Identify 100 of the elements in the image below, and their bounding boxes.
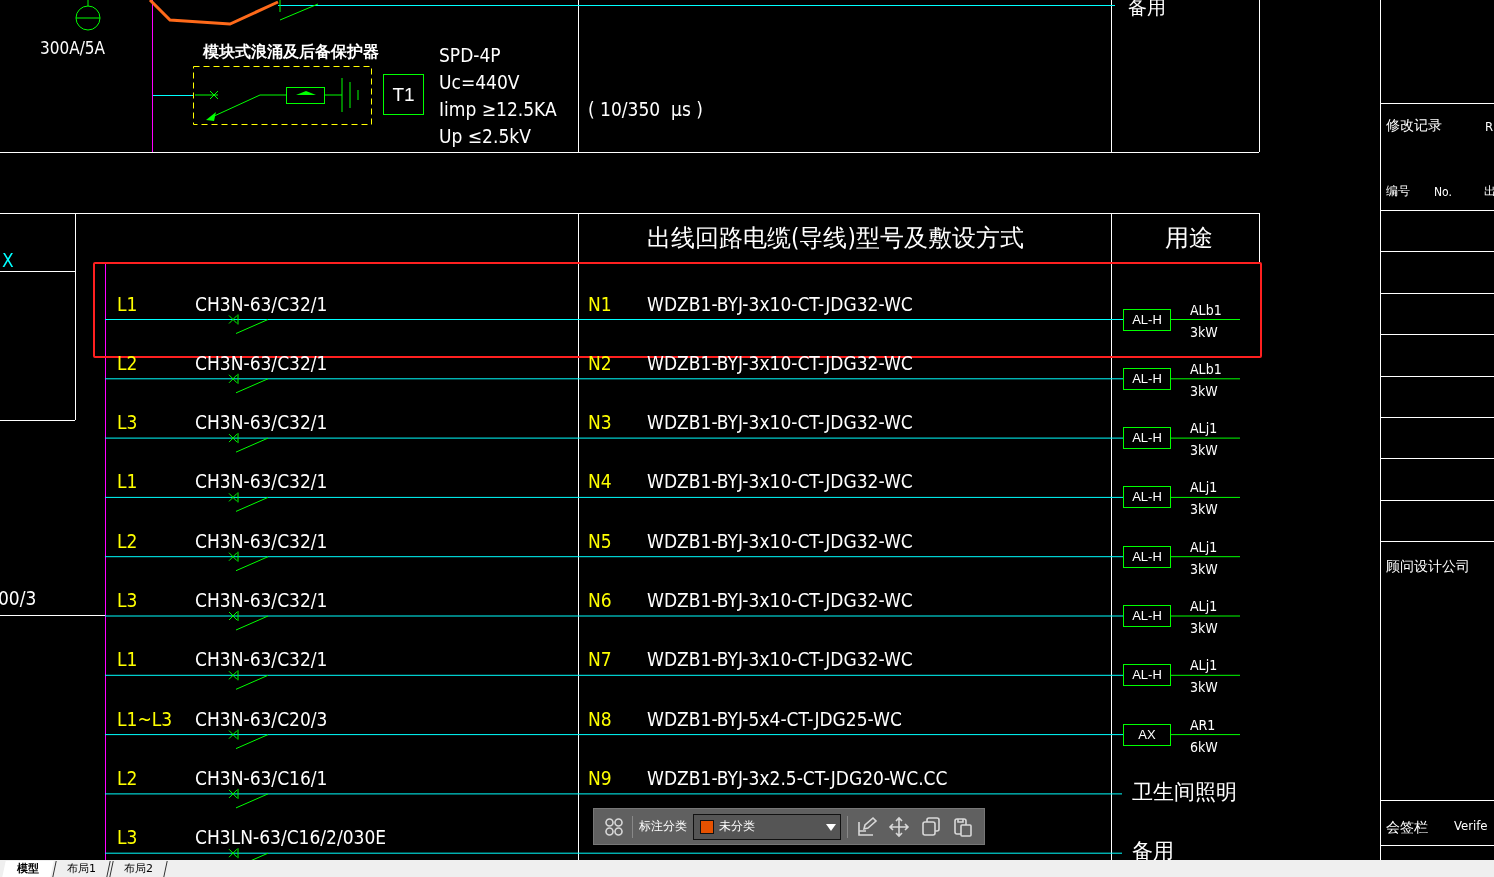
- purpose-label: 备用: [1132, 839, 1174, 860]
- spd-spec: Up ≤2.5kV: [439, 125, 531, 148]
- cable-spec: WDZB1-BYJ-3x10-CT-JDG32-WC: [647, 292, 913, 316]
- column-header: 出线回路电缆(导线)型号及敷设方式: [647, 224, 1024, 253]
- load-name: ALj1: [1190, 538, 1218, 556]
- breaker-model: CH3N-63/C32/1: [195, 411, 328, 434]
- cable-spec: WDZB1-BYJ-3x10-CT-JDG32-WC: [647, 589, 913, 612]
- layout-tab[interactable]: 布局2: [109, 861, 168, 877]
- load-name: ALj1: [1190, 420, 1218, 437]
- panel-box: AL-H: [1123, 367, 1171, 390]
- load-power: 3kW: [1190, 323, 1218, 341]
- load-power: 3kW: [1190, 501, 1218, 519]
- breaker-model: CH3N-63/C32/1: [195, 589, 328, 612]
- spd-title: 模块式浪涌及后备保护器: [203, 42, 379, 62]
- panel-box: AX: [1123, 723, 1171, 746]
- breaker-model: CH3N-63/C32/1: [195, 351, 328, 375]
- toolbar-label: 标注分类: [639, 818, 687, 835]
- panel-box: AL-H: [1123, 605, 1171, 627]
- panel-box: AL-H: [1123, 545, 1171, 568]
- label-fragment: 00/3: [0, 587, 37, 610]
- breaker-symbol-icon: [228, 788, 269, 809]
- category-dropdown[interactable]: 未分类: [693, 813, 841, 840]
- breaker-symbol-icon: [228, 432, 269, 453]
- cable-spec: WDZB1-BYJ-3x10-CT-JDG32-WC: [647, 411, 913, 434]
- load-power: 3kW: [1190, 442, 1218, 459]
- circuit-number: N2: [588, 351, 612, 375]
- load-name: ALb1: [1190, 360, 1222, 378]
- breaker-model: CH3N-63/C16/1: [195, 766, 328, 790]
- title-block-label: 出: [1484, 184, 1494, 199]
- cable-spec: WDZB1-BYJ-3x2.5-CT-JDG20-WC.CC: [647, 766, 948, 790]
- load-power: 3kW: [1190, 560, 1218, 578]
- breaker-symbol-icon: [228, 551, 269, 572]
- breaker-model: CH3N-63/C32/1: [195, 292, 328, 316]
- spd-class-box: T1: [383, 74, 424, 115]
- panel-box: AL-H: [1123, 486, 1171, 509]
- cable-spec: WDZB1-BYJ-3x10-CT-JDG32-WC: [647, 648, 913, 672]
- column-header: 用途: [1165, 224, 1213, 253]
- circuit-number: N3: [588, 411, 612, 434]
- load-name: ALj1: [1190, 598, 1218, 615]
- breaker-symbol-icon: [279, 0, 319, 21]
- title-block-label: 会签栏: [1386, 819, 1428, 836]
- label-fragment: X: [2, 249, 14, 272]
- load-name: ALj1: [1190, 479, 1218, 497]
- phase-label: L3: [117, 826, 138, 849]
- meter-icon: [75, 0, 101, 31]
- breaker-model: CH3N-63/C20/3: [195, 707, 328, 731]
- meter-rating: 300A/5A: [40, 38, 105, 59]
- title-block-label: 编号: [1386, 184, 1410, 199]
- circuit-number: N5: [588, 529, 612, 553]
- phase-label: L1: [117, 648, 138, 672]
- breaker-model: CH3LN-63/C16/2/030E: [195, 826, 387, 849]
- title-block-label: 顾问设计公司: [1386, 558, 1470, 575]
- spd-spec: SPD-4P: [439, 44, 501, 67]
- phase-label: L3: [117, 411, 138, 434]
- breaker-model: CH3N-63/C32/1: [195, 470, 328, 494]
- circuit-number: N8: [588, 707, 612, 731]
- load-power: 6kW: [1190, 738, 1218, 756]
- cable-spec: WDZB1-BYJ-3x10-CT-JDG32-WC: [647, 529, 913, 553]
- title-block-label: Verife: [1454, 818, 1488, 834]
- phase-label: L3: [117, 589, 138, 612]
- breaker-symbol-icon: [228, 314, 269, 334]
- circuit-number: N1: [588, 292, 612, 316]
- panel-box: AL-H: [1123, 664, 1171, 687]
- breaker-symbol-icon: [228, 491, 269, 512]
- load-name: ALb1: [1190, 301, 1222, 319]
- spd-spec: Uc=440V: [439, 71, 520, 94]
- cable-spec: WDZB1-BYJ-3x10-CT-JDG32-WC: [647, 470, 913, 494]
- phase-label: L1: [117, 470, 138, 494]
- cable-spec: WDZB1-BYJ-5x4-CT-JDG25-WC: [647, 707, 902, 731]
- circuit-number: N6: [588, 589, 612, 612]
- load-power: 3kW: [1190, 382, 1218, 400]
- layout-tab[interactable]: 布局1: [52, 861, 111, 877]
- title-block-label: R: [1485, 119, 1494, 135]
- title-block-label: 修改记录: [1386, 117, 1442, 134]
- caret-icon: [826, 822, 836, 831]
- cable-spec: WDZB1-BYJ-3x10-CT-JDG32-WC: [647, 351, 913, 375]
- load-name: ALj1: [1190, 657, 1218, 675]
- phase-label: L2: [117, 351, 138, 375]
- breaker-symbol-icon: [228, 610, 269, 631]
- load-power: 3kW: [1190, 679, 1218, 697]
- load-power: 3kW: [1190, 620, 1218, 637]
- phase-label: L2: [117, 529, 138, 553]
- phase-label: L1~L3: [117, 707, 173, 731]
- circuit-number: N9: [588, 766, 612, 790]
- spd-spec: Iimp ≥12.5KA: [439, 98, 557, 121]
- breaker-symbol-icon: [228, 669, 269, 690]
- breaker-symbol-icon: [228, 847, 269, 860]
- panel-box: AL-H: [1123, 427, 1171, 450]
- layout-tab[interactable]: 模型: [2, 861, 54, 877]
- circuit-number: N4: [588, 470, 612, 494]
- breaker-model: CH3N-63/C32/1: [195, 648, 328, 672]
- breaker-model: CH3N-63/C32/1: [195, 529, 328, 553]
- circuit-number: N7: [588, 648, 612, 672]
- breaker-symbol-icon: [228, 373, 269, 394]
- title-block-label: No.: [1434, 185, 1452, 200]
- purpose-label: 卫生间照明: [1132, 779, 1237, 806]
- phase-label: L1: [117, 292, 138, 316]
- breaker-symbol-icon: [228, 729, 269, 750]
- panel-box: AL-H: [1123, 308, 1171, 331]
- phase-label: L2: [117, 766, 138, 790]
